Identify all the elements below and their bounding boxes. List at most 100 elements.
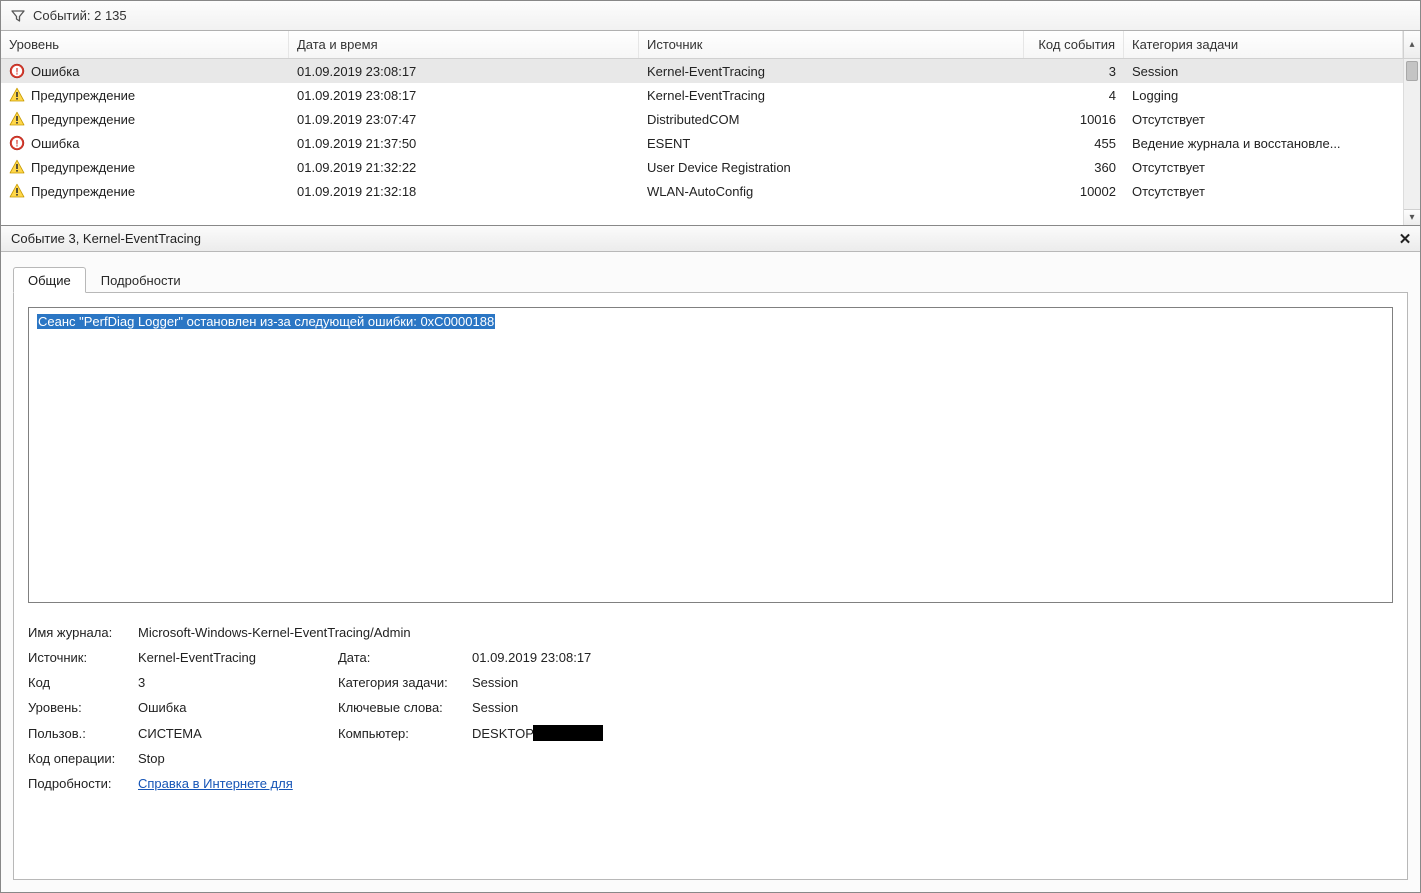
warning-icon	[9, 111, 25, 127]
cell-date: 01.09.2019 23:08:17	[289, 64, 639, 79]
table-row[interactable]: Предупреждение 01.09.2019 21:32:18WLAN-Au…	[1, 179, 1420, 203]
task-value: Session	[472, 675, 1393, 690]
computer-text: DESKTOP	[472, 726, 534, 741]
col-header-level[interactable]: Уровень	[1, 31, 289, 58]
user-value: СИСТЕМА	[138, 726, 338, 741]
level-text: Ошибка	[31, 64, 79, 79]
tab-general[interactable]: Общие	[13, 267, 86, 293]
cell-task: Отсутствует	[1124, 160, 1403, 175]
warning-icon	[9, 159, 25, 175]
code-value: 3	[138, 675, 338, 690]
cell-code: 10016	[1024, 112, 1124, 127]
scrollbar-thumb[interactable]	[1406, 61, 1418, 81]
svg-text:!: !	[16, 66, 19, 76]
cell-level: Предупреждение	[1, 111, 289, 127]
cell-source: Kernel-EventTracing	[639, 64, 1024, 79]
cell-level: Предупреждение	[1, 159, 289, 175]
cell-level: Предупреждение	[1, 87, 289, 103]
cell-code: 4	[1024, 88, 1124, 103]
col-header-date[interactable]: Дата и время	[289, 31, 639, 58]
cell-code: 3	[1024, 64, 1124, 79]
cell-task: Logging	[1124, 88, 1403, 103]
cell-source: ESENT	[639, 136, 1024, 151]
close-icon[interactable]: ✕	[1396, 230, 1414, 248]
cell-code: 455	[1024, 136, 1124, 151]
cell-task: Отсутствует	[1124, 184, 1403, 199]
more-info-value: Справка в Интернете для	[138, 776, 1393, 791]
table-row[interactable]: ! Ошибка 01.09.2019 21:37:50ESENT455Ведени…	[1, 131, 1420, 155]
level-label: Уровень:	[28, 700, 138, 715]
cell-source: User Device Registration	[639, 160, 1024, 175]
level-text: Предупреждение	[31, 112, 135, 127]
cell-code: 10002	[1024, 184, 1124, 199]
warning-icon	[9, 87, 25, 103]
error-icon: !	[9, 135, 25, 151]
computer-value: DESKTOP	[472, 725, 1393, 741]
tabs: Общие Подробности	[13, 264, 1408, 292]
event-description-box[interactable]: Сеанс "PerfDiag Logger" остановлен из-за…	[28, 307, 1393, 603]
level-text: Предупреждение	[31, 88, 135, 103]
cell-level: Предупреждение	[1, 183, 289, 199]
table-row[interactable]: Предупреждение 01.09.2019 23:07:47Distrib…	[1, 107, 1420, 131]
col-header-code[interactable]: Код события	[1024, 31, 1124, 58]
user-label: Пользов.:	[28, 726, 138, 741]
cell-source: WLAN-AutoConfig	[639, 184, 1024, 199]
detail-pane-body: Общие Подробности Сеанс "PerfDiag Logger…	[1, 252, 1420, 892]
opcode-value: Stop	[138, 751, 1393, 766]
table-row[interactable]: ! Ошибка 01.09.2019 23:08:17Kernel-EventTr…	[1, 59, 1420, 83]
grid-header: Уровень Дата и время Источник Код событи…	[1, 31, 1420, 59]
computer-label: Компьютер:	[338, 726, 472, 741]
code-label: Код	[28, 675, 138, 690]
source-label: Источник:	[28, 650, 138, 665]
grid-scrollbar[interactable]: ▾	[1403, 59, 1420, 225]
filter-icon[interactable]	[11, 9, 25, 23]
cell-date: 01.09.2019 21:32:22	[289, 160, 639, 175]
cell-source: DistributedCOM	[639, 112, 1024, 127]
cell-date: 01.09.2019 21:32:18	[289, 184, 639, 199]
task-label: Категория задачи:	[338, 675, 472, 690]
cell-code: 360	[1024, 160, 1124, 175]
log-name-value: Microsoft-Windows-Kernel-EventTracing/Ad…	[138, 625, 1393, 640]
cell-date: 01.09.2019 23:08:17	[289, 88, 639, 103]
cell-source: Kernel-EventTracing	[639, 88, 1024, 103]
scroll-down-button[interactable]: ▾	[1404, 209, 1420, 225]
table-row[interactable]: Предупреждение 01.09.2019 23:08:17Kernel-…	[1, 83, 1420, 107]
cell-task: Ведение журнала и восстановле...	[1124, 136, 1403, 151]
more-info-label: Подробности:	[28, 776, 138, 791]
cell-task: Отсутствует	[1124, 112, 1403, 127]
cell-date: 01.09.2019 21:37:50	[289, 136, 639, 151]
scroll-up-button[interactable]: ▴	[1403, 31, 1420, 58]
level-text: Ошибка	[31, 136, 79, 151]
detail-pane-title: Событие 3, Kernel-EventTracing	[11, 231, 201, 246]
date-label: Дата:	[338, 650, 472, 665]
event-viewer-window: Событий: 2 135 Уровень Дата и время Исто…	[0, 0, 1421, 893]
warning-icon	[9, 183, 25, 199]
svg-text:!: !	[16, 138, 19, 148]
event-description-text: Сеанс "PerfDiag Logger" остановлен из-за…	[37, 314, 495, 329]
events-grid: Уровень Дата и время Источник Код событи…	[1, 31, 1420, 226]
table-row[interactable]: Предупреждение01.09.2019 21:32:22User De…	[1, 155, 1420, 179]
opcode-label: Код операции:	[28, 751, 138, 766]
level-value: Ошибка	[138, 700, 338, 715]
filter-bar: Событий: 2 135	[1, 1, 1420, 31]
tab-panel-general: Сеанс "PerfDiag Logger" остановлен из-за…	[13, 292, 1408, 880]
keywords-value: Session	[472, 700, 1393, 715]
cell-date: 01.09.2019 23:07:47	[289, 112, 639, 127]
event-properties: Имя журнала: Microsoft-Windows-Kernel-Ev…	[28, 625, 1393, 791]
source-value: Kernel-EventTracing	[138, 650, 338, 665]
tab-details[interactable]: Подробности	[86, 267, 196, 293]
keywords-label: Ключевые слова:	[338, 700, 472, 715]
error-icon: !	[9, 63, 25, 79]
detail-pane-header: Событие 3, Kernel-EventTracing ✕	[1, 226, 1420, 252]
cell-level: ! Ошибка	[1, 135, 289, 151]
cell-task: Session	[1124, 64, 1403, 79]
help-link[interactable]: Справка в Интернете для	[138, 776, 293, 791]
filter-count-label: Событий: 2 135	[33, 8, 127, 23]
level-text: Предупреждение	[31, 184, 135, 199]
grid-body: ! Ошибка 01.09.2019 23:08:17Kernel-EventTr…	[1, 59, 1420, 225]
date-value: 01.09.2019 23:08:17	[472, 650, 1393, 665]
cell-level: ! Ошибка	[1, 63, 289, 79]
redacted-box	[533, 725, 603, 741]
col-header-task[interactable]: Категория задачи	[1124, 31, 1403, 58]
col-header-source[interactable]: Источник	[639, 31, 1024, 58]
